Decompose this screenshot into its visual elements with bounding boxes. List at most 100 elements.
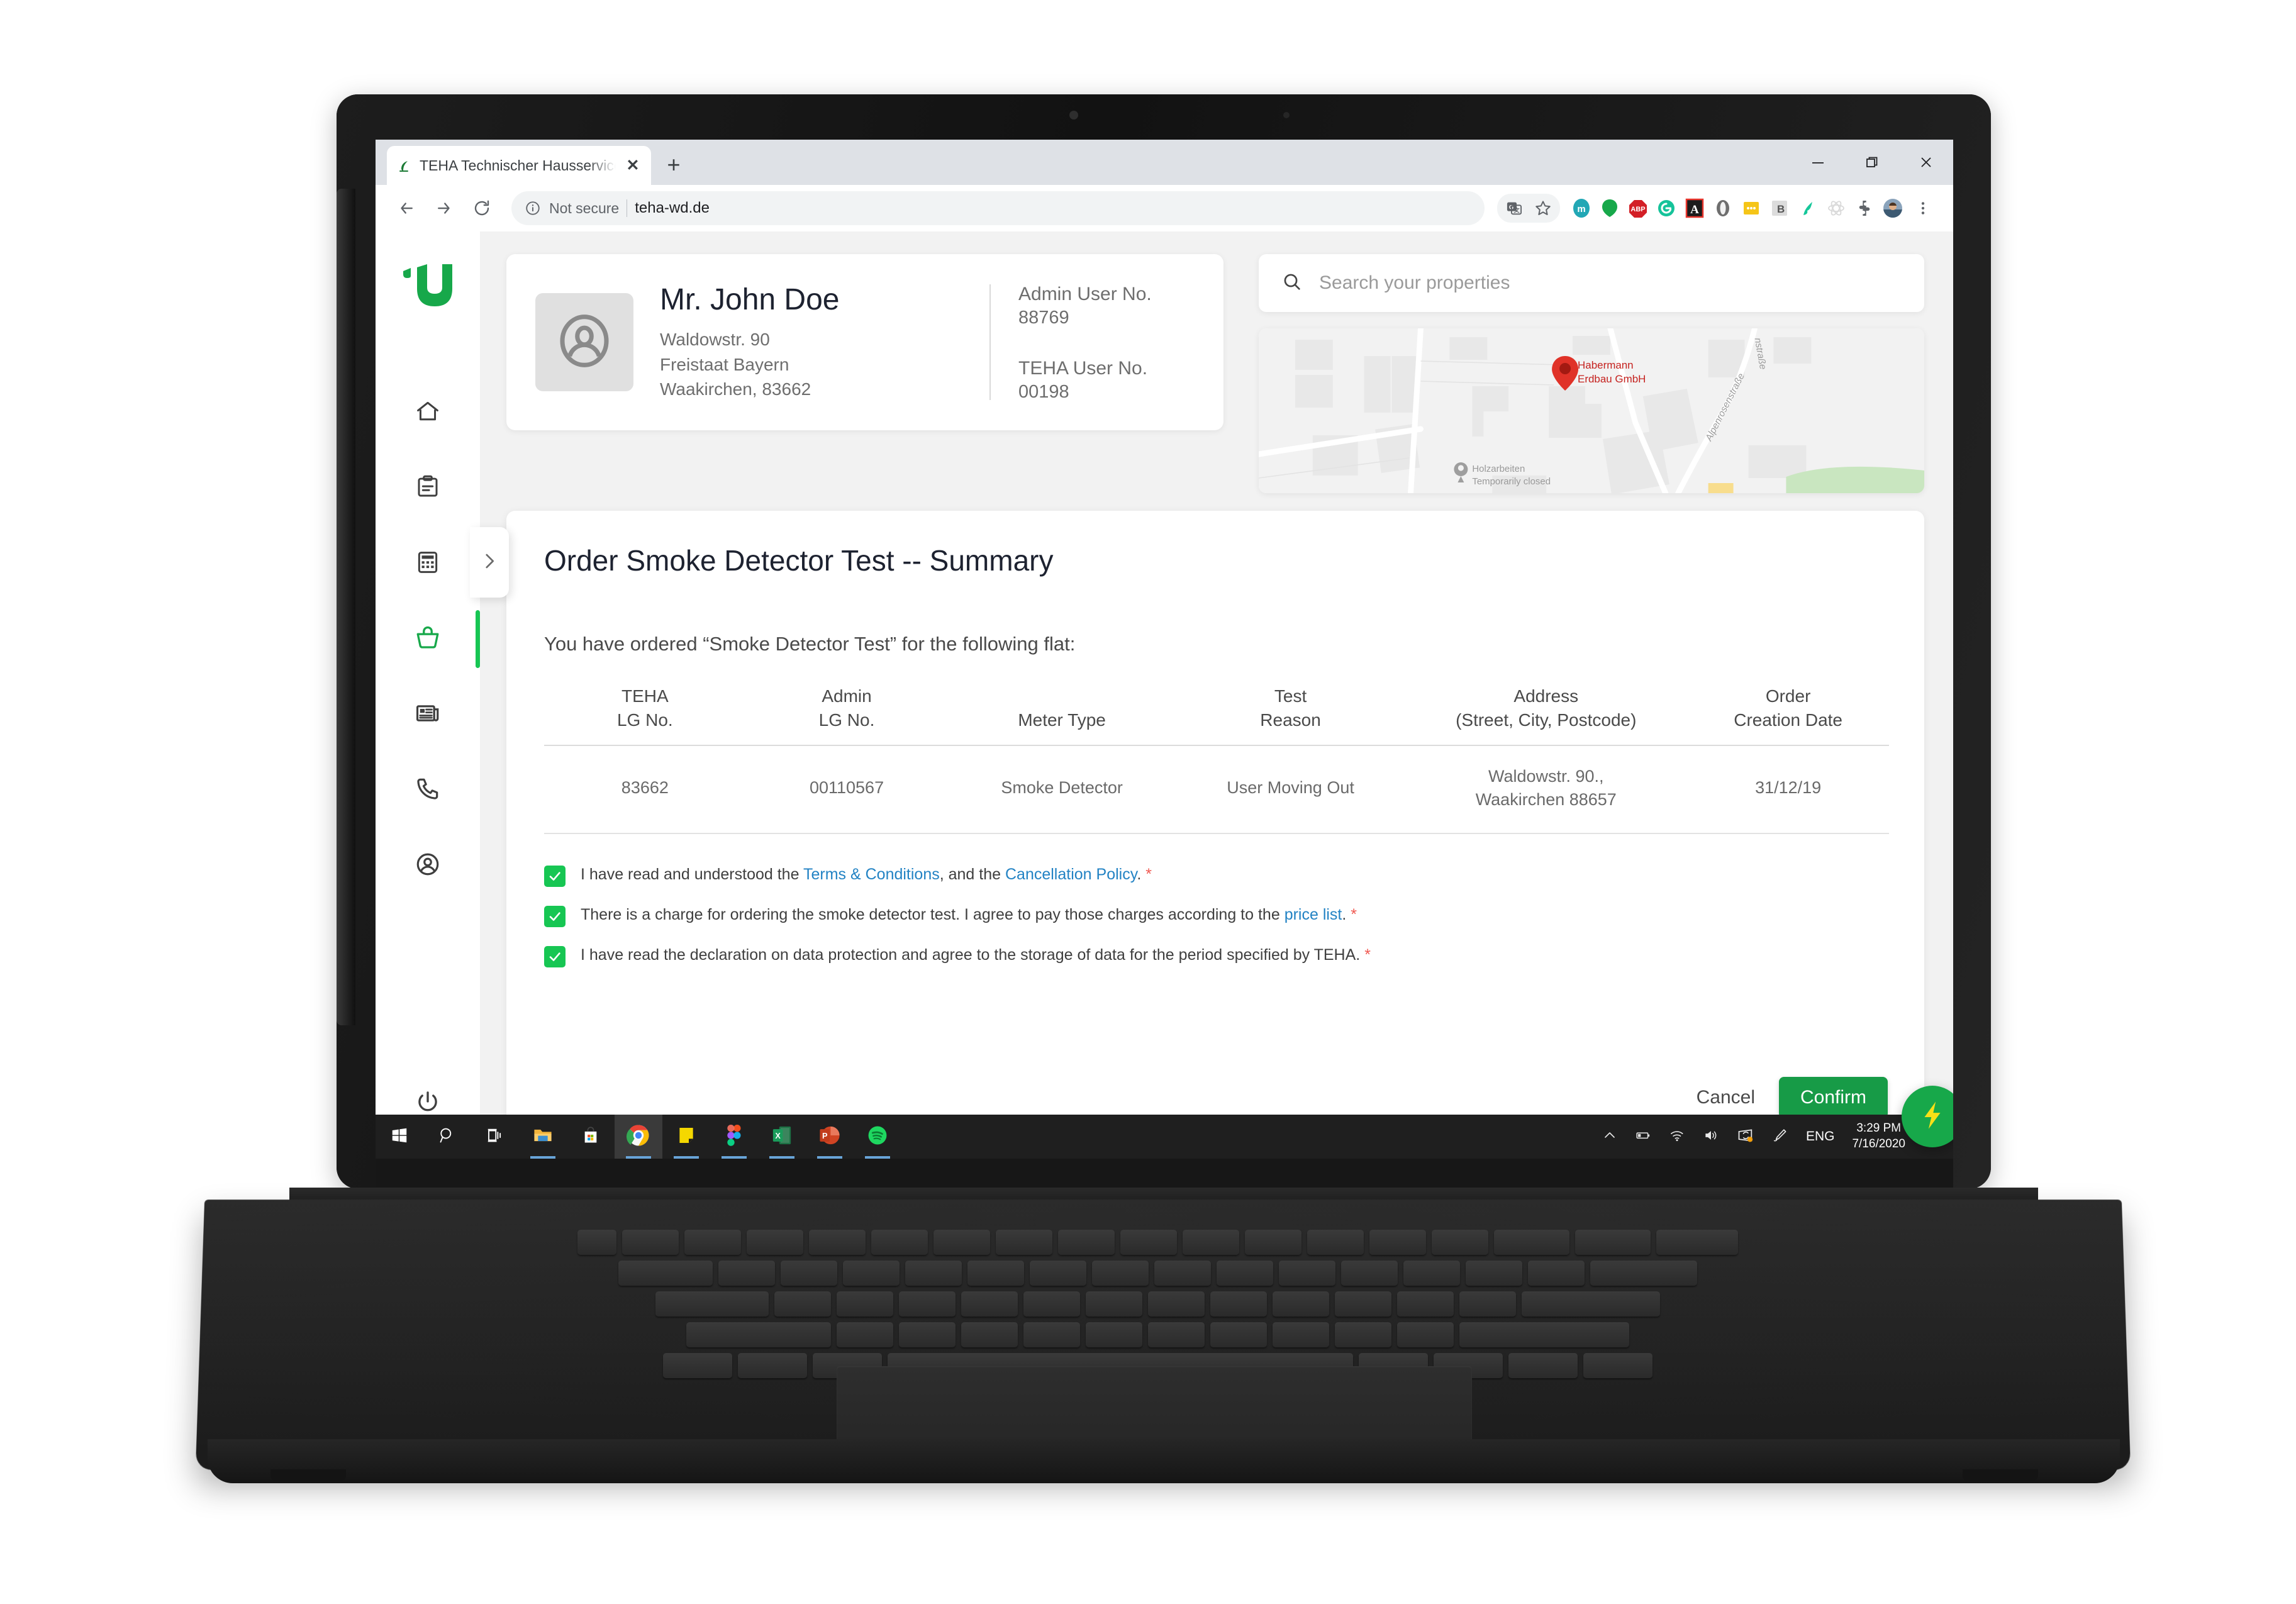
battery-status[interactable] — [1626, 1115, 1660, 1159]
adobe-acrobat-icon[interactable]: A — [1683, 196, 1707, 220]
key — [808, 1230, 866, 1255]
bitwarden-icon[interactable]: B — [1768, 196, 1792, 220]
search-button[interactable] — [423, 1115, 471, 1159]
new-tab-button[interactable]: + — [661, 152, 686, 177]
react-devtools-icon[interactable] — [1824, 196, 1848, 220]
figma[interactable] — [710, 1115, 758, 1159]
consent-checkbox[interactable] — [544, 866, 566, 888]
key — [1307, 1230, 1364, 1255]
microsoft-store[interactable] — [567, 1115, 615, 1159]
green-bird-extension-icon[interactable] — [1796, 196, 1820, 220]
translate-icon[interactable]: G 文 — [1502, 196, 1526, 220]
language-indicator[interactable]: ENG — [1797, 1129, 1844, 1144]
three-dots-vertical-icon[interactable] — [1909, 194, 1937, 222]
task-view-button[interactable] — [471, 1115, 519, 1159]
consent-text-part: , and the — [939, 866, 1005, 884]
yellow-dots-extension-icon[interactable] — [1739, 196, 1763, 220]
search-input[interactable]: Search your properties — [1319, 272, 1510, 294]
consent-link[interactable]: Terms & Conditions — [803, 866, 940, 883]
consent-link[interactable]: Cancellation Policy — [1005, 866, 1137, 883]
wifi-status[interactable] — [1660, 1115, 1694, 1159]
profile-avatar-icon[interactable] — [1881, 196, 1905, 220]
keyboard — [296, 1230, 2019, 1387]
address-bar[interactable]: Not secure teha-wd.de — [511, 191, 1485, 225]
key — [1527, 1261, 1585, 1286]
browser-tabstrip: TEHA Technischer Hausservice Gm ✕ + — [376, 140, 1953, 185]
consent-checkbox[interactable] — [544, 946, 566, 968]
address-line-2: Freistaat Bayern — [660, 354, 789, 374]
cancel-button[interactable]: Cancel — [1697, 1087, 1755, 1108]
mendeley-extension-icon[interactable]: m — [1569, 196, 1593, 220]
extensions-puzzle-icon[interactable] — [1853, 196, 1876, 220]
onedrive-sync-status[interactable] — [1728, 1115, 1763, 1159]
app-viewport: Mr. John Doe Waldowstr. 90 Freistaat Bay… — [376, 231, 1953, 1159]
newspaper-icon — [415, 700, 441, 730]
sidebar-nav — [376, 375, 480, 903]
sticky-notes[interactable] — [662, 1115, 710, 1159]
green-blob-extension-icon[interactable] — [1598, 196, 1622, 220]
sidebar-item-contact[interactable] — [376, 752, 480, 828]
cell-address-line-1: Waldowstr. 90., — [1488, 766, 1604, 786]
property-search[interactable]: Search your properties — [1259, 254, 1924, 312]
sidebar-item-news[interactable] — [376, 677, 480, 752]
maximize-restore-button[interactable] — [1845, 140, 1899, 185]
screen-bottom-bezel — [376, 1159, 1953, 1189]
adblock-plus-icon[interactable]: ABP — [1626, 196, 1650, 220]
close-tab-button[interactable]: ✕ — [623, 156, 642, 175]
info-circle-icon[interactable] — [524, 199, 542, 217]
header-top: Order — [1765, 686, 1811, 706]
consent-text-part: . — [1342, 906, 1351, 924]
consent-link[interactable]: price list — [1285, 906, 1342, 923]
key — [1216, 1261, 1273, 1286]
header-bottom: Creation Date — [1734, 710, 1842, 730]
grammarly-icon[interactable] — [1654, 196, 1678, 220]
key — [577, 1230, 616, 1255]
browser-tab[interactable]: TEHA Technischer Hausservice Gm ✕ — [387, 146, 651, 185]
consent-checkbox[interactable] — [544, 906, 566, 928]
key — [774, 1291, 831, 1317]
figma-icon — [727, 1124, 742, 1149]
key — [1369, 1230, 1426, 1255]
close-window-button[interactable] — [1899, 140, 1953, 185]
sidebar-item-account[interactable] — [376, 828, 480, 903]
key — [1459, 1291, 1516, 1317]
omnibox-actions: G 文 — [1497, 194, 1560, 223]
sidebar-expand-button[interactable] — [470, 527, 509, 598]
header-teha-lg-no: TEHA LG No. — [544, 684, 746, 745]
consent-list: I have read and understood the Terms & C… — [544, 864, 1889, 968]
opera-touch-icon[interactable] — [1711, 196, 1735, 220]
show-hidden-icons-button[interactable] — [1593, 1115, 1626, 1159]
confirm-button[interactable]: Confirm — [1778, 1077, 1888, 1118]
windows-logo-icon — [390, 1126, 409, 1148]
microsoft-powerpoint[interactable]: P — [806, 1115, 854, 1159]
minimize-button[interactable] — [1791, 140, 1845, 185]
map-poi-status: Temporarily closed — [1472, 476, 1551, 487]
sidebar-item-billing[interactable] — [376, 526, 480, 601]
google-chrome[interactable] — [615, 1115, 662, 1159]
spotify[interactable] — [854, 1115, 901, 1159]
key — [967, 1261, 1024, 1286]
cell-teha-lg-no[interactable]: 83662 — [544, 745, 746, 834]
bookmark-star-icon[interactable] — [1531, 196, 1555, 220]
volume-status[interactable] — [1694, 1115, 1728, 1159]
key — [905, 1261, 962, 1286]
consent-text: There is a charge for ordering the smoke… — [581, 905, 1357, 925]
required-asterisk: * — [1351, 906, 1357, 924]
sidebar-item-orders[interactable] — [376, 450, 480, 526]
forward-button[interactable] — [427, 191, 461, 225]
pen-menu-button[interactable] — [1763, 1115, 1797, 1159]
reload-button[interactable] — [465, 191, 499, 225]
key — [1508, 1353, 1578, 1378]
back-button[interactable] — [389, 191, 423, 225]
header-test-reason: Test Reason — [1176, 684, 1405, 745]
key — [836, 1291, 893, 1317]
map-pin-label-2: Erdbau GmbH — [1578, 373, 1646, 385]
chevron-right-icon — [479, 550, 500, 575]
file-explorer[interactable] — [519, 1115, 567, 1159]
sidebar-item-home[interactable] — [376, 375, 480, 450]
sidebar-item-shop[interactable] — [376, 601, 480, 677]
key — [1656, 1230, 1738, 1255]
property-map[interactable]: Holzarbeiten Temporarily closed Haberman… — [1259, 328, 1924, 493]
microsoft-excel[interactable]: X — [758, 1115, 806, 1159]
start-button[interactable] — [376, 1115, 423, 1159]
